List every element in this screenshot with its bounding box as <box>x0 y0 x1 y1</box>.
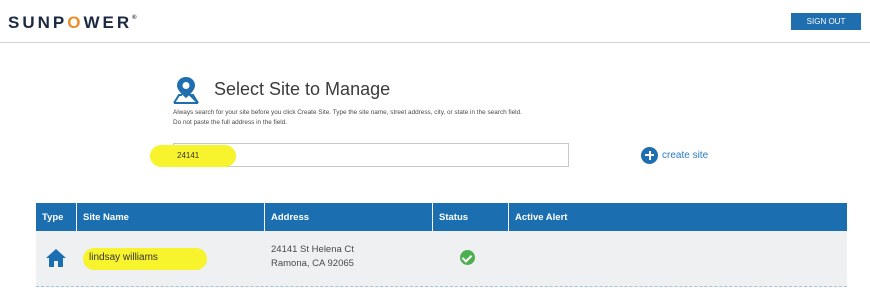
sites-table: Type Site Name Address Status Active Ale… <box>36 203 847 287</box>
create-site-label: create site <box>662 149 709 161</box>
sign-out-button[interactable]: SIGN OUT <box>791 13 861 30</box>
plus-circle-icon <box>641 146 658 164</box>
sunpower-logo: SUNPOWER® <box>8 13 137 32</box>
address-line-2: Ramona, CA 92065 <box>271 258 354 269</box>
map-pin-icon <box>173 77 199 104</box>
type-cell <box>36 231 77 287</box>
active-alert-cell <box>509 231 847 287</box>
create-site-button[interactable]: create site <box>641 146 708 164</box>
row-divider <box>36 285 847 287</box>
address-cell: 24141 St Helena Ct Ramona, CA 92065 <box>265 231 433 287</box>
search-help-text: Always search for your site before you c… <box>173 108 653 128</box>
table-header: Type Site Name Address Status Active Ale… <box>36 203 847 231</box>
status-cell <box>433 231 509 287</box>
site-name-cell[interactable]: lindsay williams <box>77 231 265 287</box>
table-row[interactable]: lindsay williams 24141 St Helena Ct Ramo… <box>36 231 847 287</box>
column-header-status[interactable]: Status <box>433 203 509 231</box>
site-search-input[interactable] <box>177 148 477 162</box>
address-line-1: 24141 St Helena Ct <box>271 244 354 255</box>
column-header-address[interactable]: Address <box>265 203 433 231</box>
address-text: 24141 St Helena Ct Ramona, CA 92065 <box>271 243 354 271</box>
help-text-line-1: Always search for your site before you c… <box>173 109 522 116</box>
house-icon <box>46 249 66 267</box>
header-divider <box>0 42 870 43</box>
page-title: Select Site to Manage <box>214 79 391 99</box>
site-name-link[interactable]: lindsay williams <box>89 252 158 263</box>
column-header-site-name[interactable]: Site Name <box>77 203 265 231</box>
column-header-active-alert[interactable]: Active Alert <box>509 203 847 231</box>
column-header-type[interactable]: Type <box>36 203 77 231</box>
help-text-line-2: Do not paste the full address in the fie… <box>173 119 288 126</box>
check-circle-icon <box>460 250 475 265</box>
